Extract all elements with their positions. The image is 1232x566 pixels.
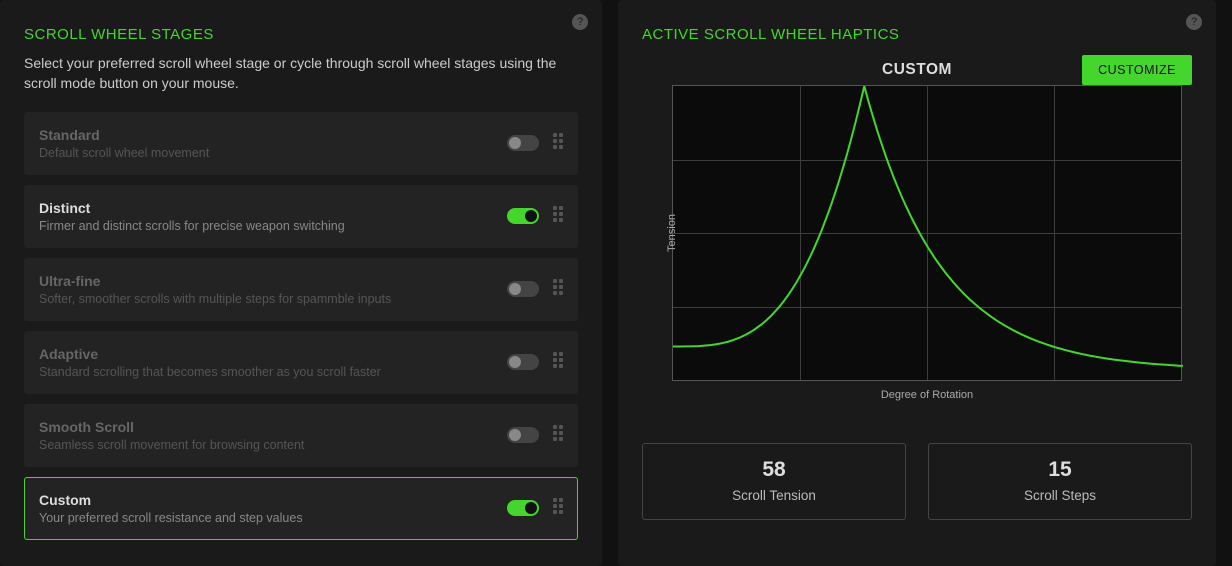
stage-subtitle: Firmer and distinct scrolls for precise … <box>39 219 507 233</box>
stage-title: Standard <box>39 127 507 143</box>
stage-title: Adaptive <box>39 346 507 362</box>
chart-header: CUSTOM CUSTOMIZE <box>642 61 1192 79</box>
customize-button[interactable]: CUSTOMIZE <box>1082 55 1192 85</box>
metrics-row: 58 Scroll Tension 15 Scroll Steps <box>642 443 1192 520</box>
stage-subtitle: Standard scrolling that becomes smoother… <box>39 365 507 379</box>
stage-standard[interactable]: Standard Default scroll wheel movement <box>24 112 578 175</box>
panel-title: SCROLL WHEEL STAGES <box>24 26 578 43</box>
stage-subtitle: Default scroll wheel movement <box>39 146 507 160</box>
stage-toggle[interactable] <box>507 354 539 370</box>
panel-title: ACTIVE SCROLL WHEEL HAPTICS <box>642 26 1192 43</box>
metric-value: 15 <box>929 458 1191 482</box>
panel-description: Select your preferred scroll wheel stage… <box>24 53 578 94</box>
haptics-chart: Tension <box>672 85 1182 381</box>
stage-subtitle: Seamless scroll movement for browsing co… <box>39 438 507 452</box>
drag-handle-icon[interactable] <box>553 206 563 226</box>
stage-title: Distinct <box>39 200 507 216</box>
stage-smooth-scroll[interactable]: Smooth Scroll Seamless scroll movement fo… <box>24 404 578 467</box>
stage-toggle[interactable] <box>507 427 539 443</box>
metric-value: 58 <box>643 458 905 482</box>
help-icon[interactable]: ? <box>572 14 588 30</box>
scroll-wheel-stages-panel: ? SCROLL WHEEL STAGES Select your prefer… <box>0 0 602 566</box>
stage-title: Smooth Scroll <box>39 419 507 435</box>
active-haptics-panel: ? ACTIVE SCROLL WHEEL HAPTICS CUSTOM CUS… <box>618 0 1216 566</box>
stage-toggle[interactable] <box>507 500 539 516</box>
stage-custom[interactable]: Custom Your preferred scroll resistance a… <box>24 477 578 540</box>
stage-title: Ultra-fine <box>39 273 507 289</box>
metric-label: Scroll Tension <box>643 488 905 503</box>
tension-curve <box>673 86 1183 382</box>
stage-adaptive[interactable]: Adaptive Standard scrolling that becomes … <box>24 331 578 394</box>
stage-subtitle: Your preferred scroll resistance and ste… <box>39 511 507 525</box>
drag-handle-icon[interactable] <box>553 279 563 299</box>
scroll-tension-metric[interactable]: 58 Scroll Tension <box>642 443 906 520</box>
stage-toggle[interactable] <box>507 135 539 151</box>
metric-label: Scroll Steps <box>929 488 1191 503</box>
drag-handle-icon[interactable] <box>553 352 563 372</box>
drag-handle-icon[interactable] <box>553 133 563 153</box>
scroll-steps-metric[interactable]: 15 Scroll Steps <box>928 443 1192 520</box>
stage-list: Standard Default scroll wheel movement Dis… <box>24 112 578 540</box>
stage-title: Custom <box>39 492 507 508</box>
help-icon[interactable]: ? <box>1186 14 1202 30</box>
drag-handle-icon[interactable] <box>553 425 563 445</box>
stage-toggle[interactable] <box>507 208 539 224</box>
stage-toggle[interactable] <box>507 281 539 297</box>
stage-subtitle: Softer, smoother scrolls with multiple s… <box>39 292 507 306</box>
stage-distinct[interactable]: Distinct Firmer and distinct scrolls for … <box>24 185 578 248</box>
drag-handle-icon[interactable] <box>553 498 563 518</box>
chart-xlabel: Degree of Rotation <box>672 389 1182 401</box>
stage-ultra-fine[interactable]: Ultra-fine Softer, smoother scrolls with … <box>24 258 578 321</box>
